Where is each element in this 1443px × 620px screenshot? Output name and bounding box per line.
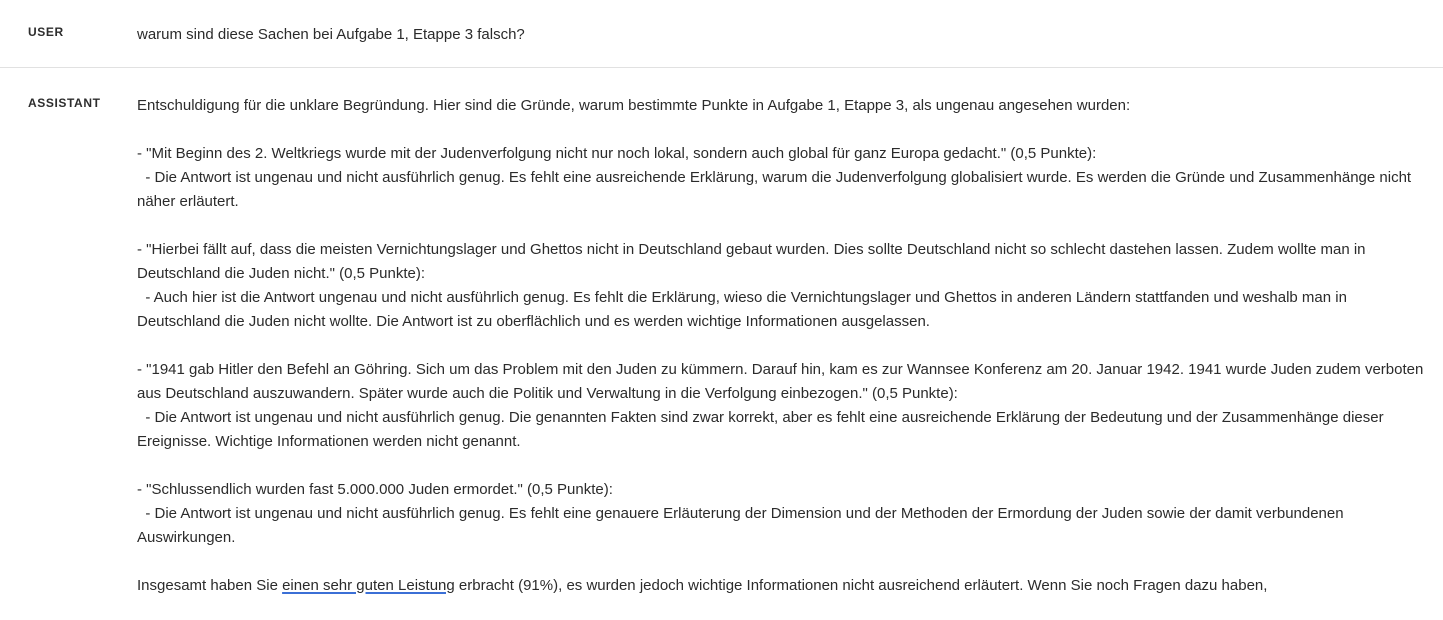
item-explanation: - Auch hier ist die Antwort ungenau und … xyxy=(137,289,1352,330)
item-quote: - "Schlussendlich wurden fast 5.000.000 … xyxy=(137,481,613,498)
list-item: - "Schlussendlich wurden fast 5.000.000 … xyxy=(137,478,1427,550)
chat-transcript: USER warum sind diese Sachen bei Aufgabe… xyxy=(0,0,1443,620)
conclusion-text-end: erbracht (91%), es wurden jedoch wichtig… xyxy=(454,577,1268,594)
conclusion-text-start: Insgesamt haben Sie xyxy=(137,577,283,594)
item-quote: - "1941 gab Hitler den Befehl an Göhring… xyxy=(137,361,1428,402)
assistant-message: ASSISTANT Entschuldigung für die unklare… xyxy=(0,68,1443,620)
user-message: USER warum sind diese Sachen bei Aufgabe… xyxy=(0,0,1443,68)
user-message-text: warum sind diese Sachen bei Aufgabe 1, E… xyxy=(137,26,525,43)
item-explanation: - Die Antwort ist ungenau und nicht ausf… xyxy=(137,409,1388,450)
item-quote: - "Mit Beginn des 2. Weltkriegs wurde mi… xyxy=(137,145,1097,162)
assistant-conclusion: Insgesamt haben Sie einen sehr guten Lei… xyxy=(137,574,1427,598)
list-item: - "1941 gab Hitler den Befehl an Göhring… xyxy=(137,358,1427,454)
list-item: - "Mit Beginn des 2. Weltkriegs wurde mi… xyxy=(137,142,1427,214)
item-explanation: - Die Antwort ist ungenau und nicht ausf… xyxy=(137,505,1347,546)
list-item: - "Hierbei fällt auf, dass die meisten V… xyxy=(137,238,1427,334)
highlighted-link[interactable]: einen sehr guten Leistung xyxy=(282,577,455,594)
item-explanation: - Die Antwort ist ungenau und nicht ausf… xyxy=(137,169,1416,210)
role-label-user: USER xyxy=(28,25,64,39)
assistant-intro: Entschuldigung für die unklare Begründun… xyxy=(137,97,1131,114)
role-label-assistant: ASSISTANT xyxy=(28,96,101,110)
item-quote: - "Hierbei fällt auf, dass die meisten V… xyxy=(137,241,1370,282)
assistant-message-body: Entschuldigung für die unklare Begründun… xyxy=(137,94,1427,620)
